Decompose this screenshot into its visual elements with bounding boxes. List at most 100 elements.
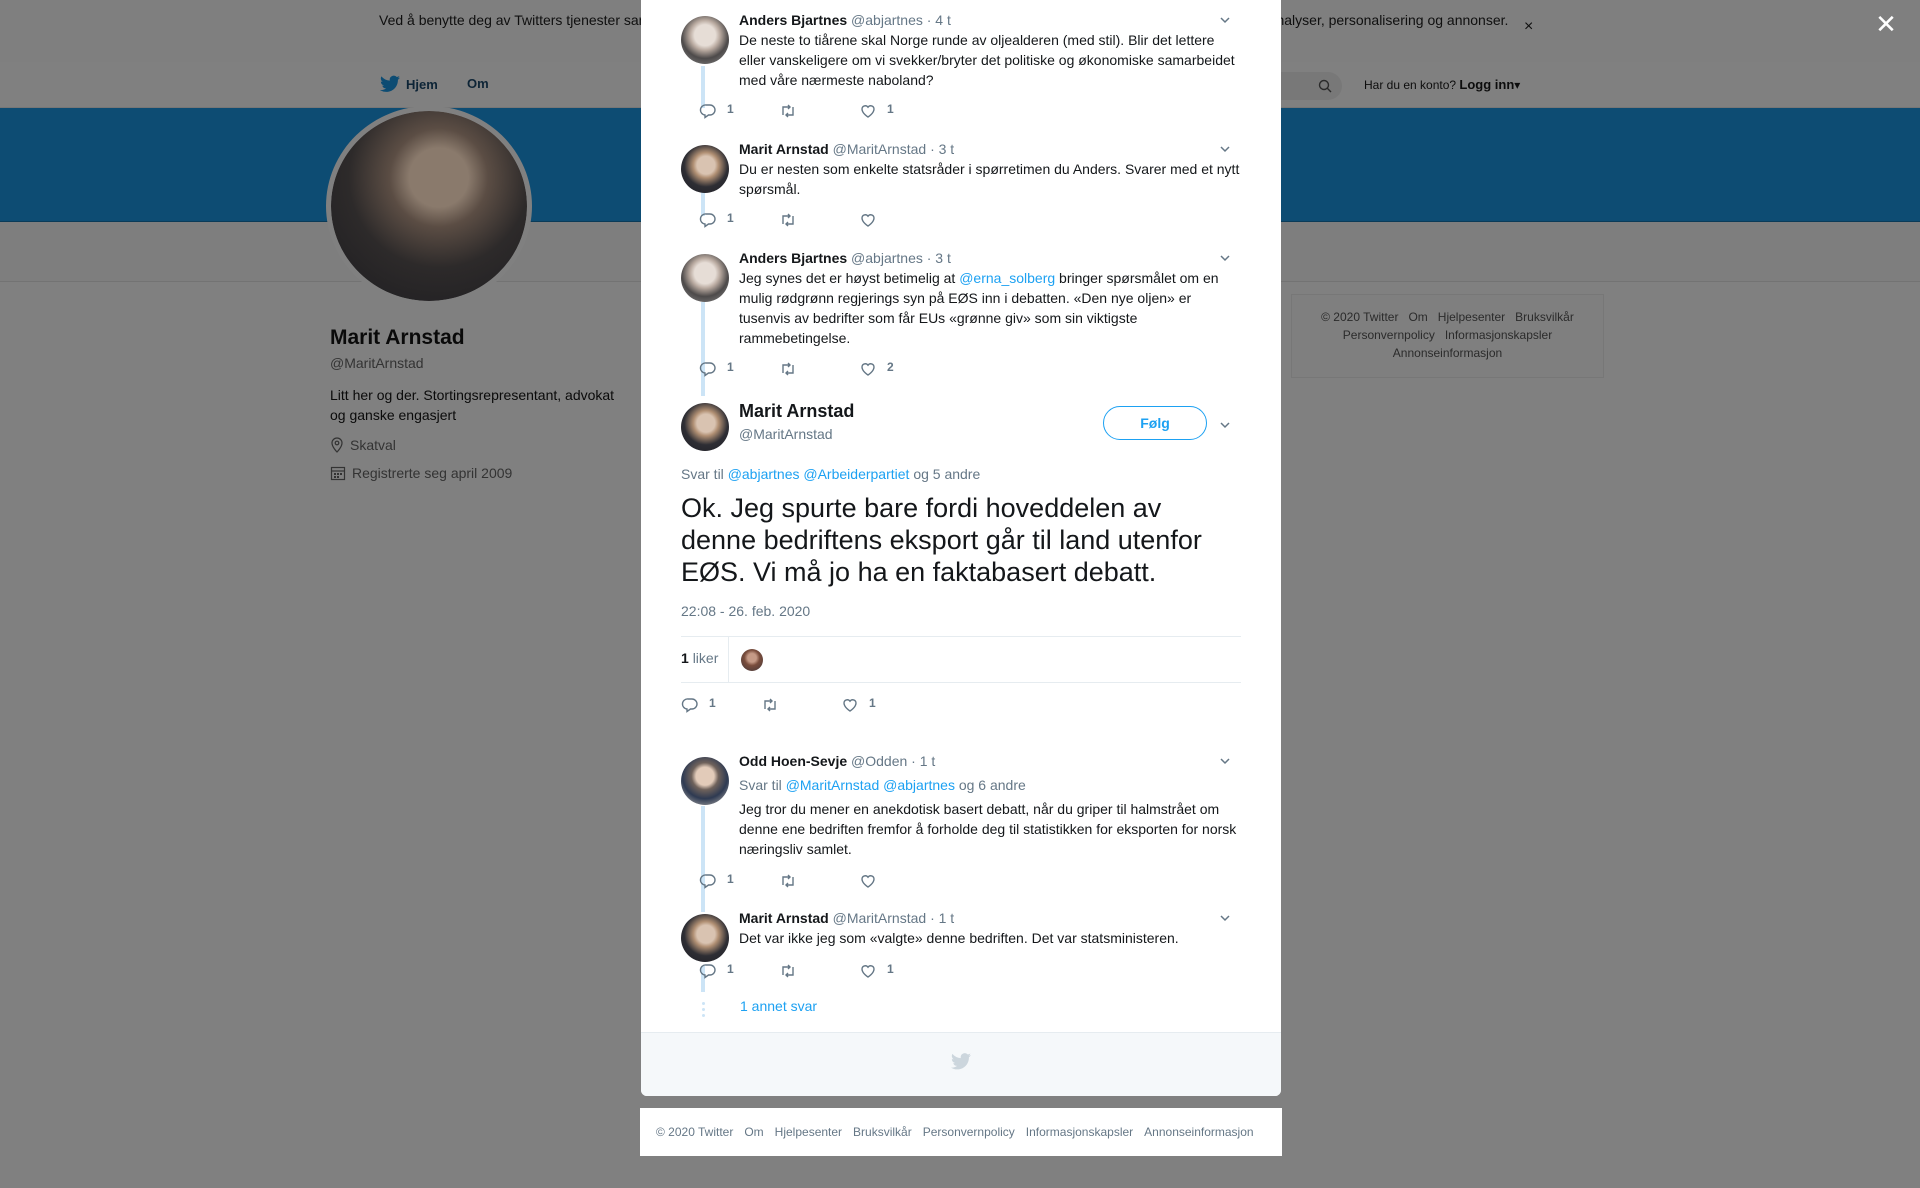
tweet-time[interactable]: · 3 t: [930, 141, 954, 157]
heart-icon: [861, 363, 875, 376]
reply-button[interactable]: 1: [699, 102, 734, 120]
mention-link[interactable]: @erna_solberg: [959, 270, 1055, 286]
reply-button[interactable]: 1: [699, 962, 734, 980]
login-link[interactable]: Logg inn: [1459, 77, 1514, 92]
footer-link[interactable]: Informasjonskapsler: [1026, 1125, 1133, 1139]
footer-link[interactable]: Personvernpolicy: [1343, 328, 1435, 342]
thread-line: [701, 302, 705, 396]
retweet-button[interactable]: [779, 962, 807, 980]
location-pin-icon: [331, 437, 343, 453]
author-name[interactable]: Odd Hoen-Sevje: [739, 753, 847, 769]
footer-link[interactable]: © 2020 Twitter: [656, 1125, 733, 1139]
chevron-down-icon[interactable]: [1219, 143, 1231, 155]
footer-link[interactable]: Bruksvilkår: [853, 1125, 912, 1139]
chevron-down-icon[interactable]: [1219, 14, 1231, 26]
cookie-close-button[interactable]: ×: [1524, 18, 1533, 36]
chevron-down-icon[interactable]: [1219, 252, 1231, 264]
calendar-icon: [330, 466, 346, 481]
likes-stat-count: 1: [681, 650, 689, 666]
reply-others-link[interactable]: og 5 andre: [913, 466, 980, 482]
author-name[interactable]: Marit Arnstad: [739, 141, 829, 157]
like-button[interactable]: 2: [859, 360, 894, 378]
reply-mentions[interactable]: @MaritArnstad @abjartnes: [786, 777, 955, 793]
chevron-down-icon[interactable]: [1219, 755, 1231, 767]
footer-link[interactable]: Annonseinformasjon: [1393, 346, 1502, 360]
like-button[interactable]: 1: [841, 696, 876, 714]
author-name[interactable]: Marit Arnstad: [739, 910, 829, 926]
tweet-modal: Anders Bjartnes @abjartnes · 4 t De nest…: [641, 0, 1281, 1096]
retweet-icon: [782, 104, 794, 118]
reply-prefix: Svar til: [739, 777, 782, 793]
profile-name[interactable]: Marit Arnstad: [330, 326, 465, 350]
nav-home-link[interactable]: Hjem: [380, 75, 438, 93]
avatar[interactable]: [681, 16, 729, 64]
retweet-button[interactable]: [779, 102, 807, 120]
chevron-down-icon[interactable]: [1219, 419, 1231, 431]
reply-icon: [699, 874, 716, 889]
reply-others-link[interactable]: og 6 andre: [959, 777, 1026, 793]
reply-mentions[interactable]: @abjartnes @Arbeiderpartiet: [728, 466, 910, 482]
heart-icon: [861, 875, 875, 888]
author-name[interactable]: Marit Arnstad: [739, 401, 854, 422]
retweet-button[interactable]: [779, 360, 807, 378]
like-count: 1: [887, 102, 894, 116]
tweet-text: Du er nesten som enkelte statsråder i sp…: [739, 161, 1240, 197]
reply-count: 1: [709, 696, 716, 710]
tweet-text: Jeg synes det er høyst betimelig at @ern…: [739, 268, 1241, 348]
tweet-time[interactable]: · 1 t: [930, 910, 954, 926]
retweet-icon: [782, 362, 794, 376]
nav-about-link[interactable]: Om: [467, 76, 489, 91]
profile-handle: @MaritArnstad: [330, 355, 424, 371]
retweet-button[interactable]: [761, 696, 789, 714]
retweet-button[interactable]: [779, 211, 807, 229]
footer-link[interactable]: Personvernpolicy: [923, 1125, 1015, 1139]
bottom-footer: © 2020 Twitter Om Hjelpesenter Bruksvilk…: [640, 1108, 1282, 1156]
avatar[interactable]: [681, 757, 729, 805]
avatar[interactable]: [681, 254, 729, 302]
reply-button[interactable]: 1: [699, 211, 734, 229]
author-name[interactable]: Anders Bjartnes: [739, 12, 847, 28]
avatar[interactable]: [681, 145, 729, 193]
tweet-time[interactable]: · 3 t: [927, 250, 951, 266]
footer-link[interactable]: Hjelpesenter: [1438, 310, 1505, 324]
reply-context: Svar til @abjartnes @Arbeiderpartiet og …: [681, 466, 980, 482]
likes-stat[interactable]: 1 liker: [681, 650, 718, 666]
chevron-down-icon[interactable]: [1219, 912, 1231, 924]
reply-button[interactable]: 1: [699, 360, 734, 378]
reply-prefix: Svar til: [681, 466, 724, 482]
reply-button[interactable]: 1: [681, 696, 716, 714]
footer-link[interactable]: Om: [744, 1125, 763, 1139]
liker-avatar[interactable]: [741, 649, 763, 671]
like-button[interactable]: 1: [859, 962, 894, 980]
profile-bio: Litt her og der. Stortingsrepresentant, …: [330, 387, 615, 423]
footer-link[interactable]: Annonseinformasjon: [1144, 1125, 1253, 1139]
footer-link[interactable]: Bruksvilkår: [1515, 310, 1574, 324]
tweet-timestamp[interactable]: 22:08 - 26. feb. 2020: [681, 603, 810, 619]
footer-link[interactable]: Hjelpesenter: [775, 1125, 842, 1139]
close-modal-icon[interactable]: ✕: [1874, 11, 1898, 37]
like-button[interactable]: [859, 211, 887, 229]
author-name[interactable]: Anders Bjartnes: [739, 250, 847, 266]
footer-link[interactable]: Om: [1408, 310, 1427, 324]
follow-button[interactable]: Følg: [1103, 406, 1207, 440]
more-replies-link[interactable]: 1 annet svar: [740, 998, 817, 1014]
like-button[interactable]: 1: [859, 102, 894, 120]
avatar[interactable]: [681, 403, 729, 451]
avatar[interactable]: [681, 914, 729, 962]
profile-avatar[interactable]: [326, 106, 532, 306]
reply-button[interactable]: 1: [699, 872, 734, 890]
joined-text: Registrerte seg april 2009: [352, 465, 513, 481]
author-handle: @Odden: [851, 753, 908, 769]
like-button[interactable]: [859, 872, 887, 890]
modal-footer: [641, 1032, 1281, 1096]
twitter-bird-icon: [951, 1053, 971, 1070]
nav-home-label: Hjem: [406, 76, 438, 92]
retweet-button[interactable]: [779, 872, 807, 890]
footer-link[interactable]: © 2020 Twitter: [1321, 310, 1398, 324]
tweet-time[interactable]: · 1 t: [911, 753, 935, 769]
footer-link[interactable]: Informasjonskapsler: [1445, 328, 1552, 342]
profile-location: Skatval: [330, 437, 396, 453]
caret-down-icon: ▾: [1514, 78, 1521, 92]
likes-stat-label: liker: [692, 650, 719, 666]
tweet-time[interactable]: · 4 t: [927, 12, 951, 28]
